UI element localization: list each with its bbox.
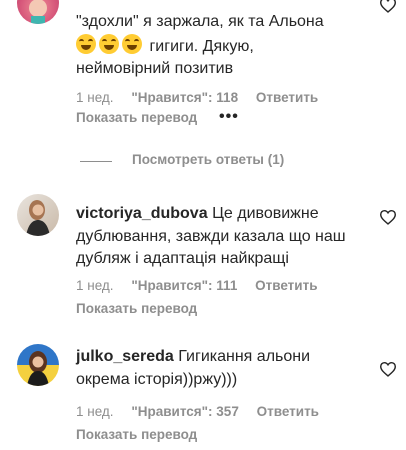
tears-of-joy-emoji bbox=[122, 33, 142, 54]
comment-time[interactable]: 1 нед. bbox=[76, 404, 114, 419]
view-replies-button[interactable]: Посмотреть ответы (1) bbox=[132, 152, 284, 167]
show-translation-button[interactable]: Показать перевод bbox=[76, 301, 197, 316]
tears-of-joy-emoji bbox=[99, 33, 119, 54]
comment-username[interactable]: julko_sereda bbox=[76, 348, 174, 365]
avatar[interactable] bbox=[17, 194, 59, 236]
comment-text: julko_sereda Гигикання альони окрема іст… bbox=[76, 346, 366, 391]
comment-meta: 1 нед. "Нравится": 357 Ответить bbox=[76, 404, 333, 419]
comment-time[interactable]: 1 нед. bbox=[76, 90, 114, 105]
comment-line-suffix: гигиги. Дякую, bbox=[149, 37, 254, 55]
comment-text: "здохли" я заржала, як та Альона гигиги.… bbox=[76, 11, 366, 81]
comment-meta: 1 нед. "Нравится": 111 Ответить bbox=[76, 278, 332, 293]
comment-username[interactable]: victoriya_dubova bbox=[76, 205, 208, 222]
heart-outline-icon[interactable] bbox=[379, 209, 397, 225]
avatar-image bbox=[29, 0, 47, 24]
heart-outline-icon[interactable] bbox=[379, 361, 397, 377]
show-translation-button[interactable]: Показать перевод bbox=[76, 427, 197, 442]
comment-meta: 1 нед. "Нравится": 118 Ответить bbox=[76, 90, 332, 105]
comment-time[interactable]: 1 нед. bbox=[76, 278, 114, 293]
comment-line: гигиги. Дякую, bbox=[76, 33, 366, 59]
more-options-icon[interactable]: ••• bbox=[219, 108, 239, 126]
likes-count[interactable]: "Нравится": 118 bbox=[131, 90, 238, 105]
reply-button[interactable]: Ответить bbox=[257, 404, 319, 419]
show-translation-button[interactable]: Показать перевод bbox=[76, 110, 197, 125]
tears-of-joy-emoji bbox=[76, 33, 96, 54]
avatar-image bbox=[27, 351, 49, 386]
likes-count[interactable]: "Нравится": 357 bbox=[131, 404, 239, 419]
reply-button[interactable]: Ответить bbox=[256, 90, 318, 105]
reply-button[interactable]: Ответить bbox=[255, 278, 317, 293]
heart-outline-icon[interactable] bbox=[379, 0, 397, 13]
avatar-image bbox=[26, 200, 50, 236]
likes-count[interactable]: "Нравится": 111 bbox=[131, 278, 237, 293]
comment-line: неймовірний позитив bbox=[76, 60, 234, 77]
comment-line: "здохли" я заржала, як та Альона bbox=[76, 13, 324, 30]
avatar[interactable] bbox=[17, 344, 59, 386]
replies-divider bbox=[80, 161, 112, 162]
comment-text: victoriya_dubova Це дивовижне дублювання… bbox=[76, 203, 366, 271]
comment-text bbox=[76, 0, 366, 4]
cut-off-text-line bbox=[76, 0, 80, 4]
avatar[interactable] bbox=[17, 0, 59, 24]
